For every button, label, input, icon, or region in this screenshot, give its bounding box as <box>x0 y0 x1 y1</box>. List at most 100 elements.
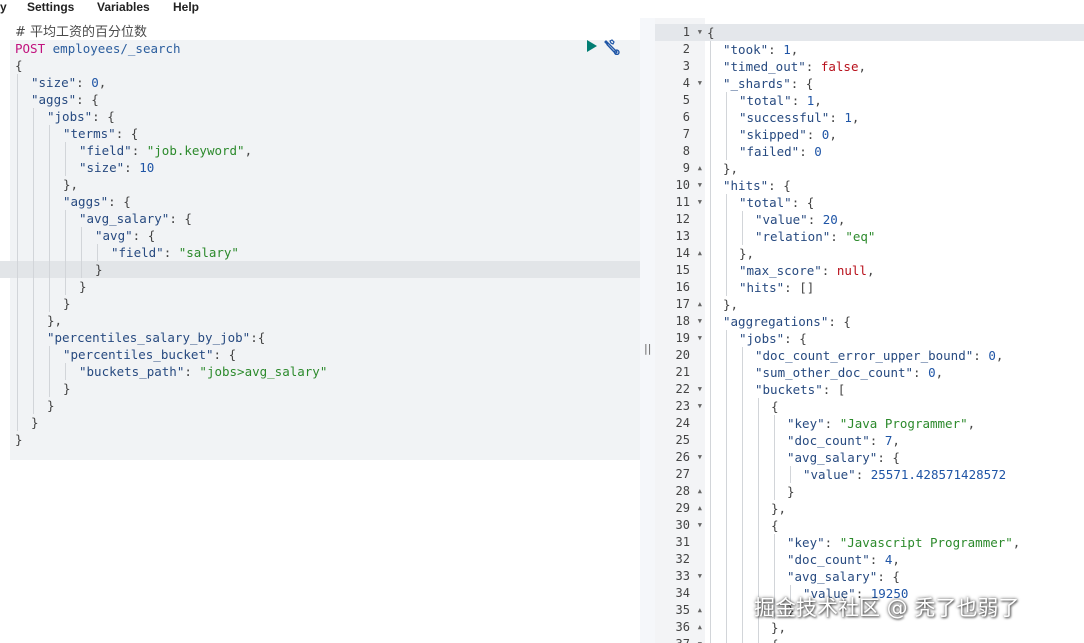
request-editor[interactable]: # 平均工资的百分位数 POST employees/_search {"siz… <box>0 18 640 643</box>
request-fold-gutter <box>0 18 10 643</box>
code-line: "jobs": { <box>15 108 327 125</box>
token: , <box>790 42 799 57</box>
menu-item-settings[interactable]: Settings <box>27 0 74 14</box>
token: : { <box>790 76 814 91</box>
fold-toggle-icon[interactable]: ▼ <box>698 636 702 643</box>
indent-guide <box>49 244 50 261</box>
fold-toggle-icon[interactable]: ▼ <box>698 381 702 398</box>
splitter-handle-icon[interactable]: || <box>644 342 651 355</box>
indent-guide <box>710 517 711 534</box>
indent-guide <box>710 381 711 398</box>
token: "size" <box>79 160 125 175</box>
indent-guide <box>49 295 50 312</box>
code-line: "percentiles_bucket": { <box>15 346 327 363</box>
indent-guide <box>742 211 743 228</box>
request-line: POST employees/_search <box>15 40 327 57</box>
code-line: "max_score": null, <box>707 262 1020 279</box>
token: , <box>829 127 837 142</box>
line-number: 22 ▼ <box>675 381 702 398</box>
indent-guide <box>742 415 743 432</box>
fold-toggle-icon[interactable]: ▼ <box>698 75 702 92</box>
request-code[interactable]: # 平均工资的百分位数 POST employees/_search {"siz… <box>15 23 327 448</box>
fold-toggle-icon[interactable]: ▼ <box>698 517 702 534</box>
indent-guide <box>790 466 791 483</box>
fold-toggle-icon[interactable]: ▼ <box>698 24 702 41</box>
fold-toggle-icon[interactable]: ▼ <box>698 313 702 330</box>
fold-toggle-icon[interactable]: ▲ <box>698 619 702 636</box>
fold-toggle-icon[interactable]: ▼ <box>698 194 702 211</box>
line-number: 7 <box>682 127 690 141</box>
indent-guide <box>726 126 727 143</box>
token: { <box>707 25 715 40</box>
fold-toggle-icon[interactable]: ▲ <box>698 245 702 262</box>
indent-guide <box>742 534 743 551</box>
indent-guide <box>742 602 743 619</box>
token: "hits" <box>723 178 769 193</box>
fold-toggle-icon[interactable]: ▲ <box>698 160 702 177</box>
token: : <box>799 144 815 159</box>
line-number: 31 <box>675 535 690 549</box>
menu-item-query[interactable]: y <box>0 0 7 14</box>
indent-guide <box>17 91 18 108</box>
token: } <box>63 296 71 311</box>
line-number: 27 <box>675 467 690 481</box>
indent-guide <box>726 211 727 228</box>
play-icon[interactable] <box>586 40 598 52</box>
indent-guide <box>710 432 711 449</box>
indent-guide <box>710 75 711 92</box>
menu-item-help[interactable]: Help <box>173 0 199 14</box>
indent-guide <box>81 227 82 244</box>
token: "field" <box>111 245 164 260</box>
code-line: "percentiles_salary_by_job":{ <box>15 329 327 346</box>
fold-toggle-icon[interactable]: ▼ <box>698 449 702 466</box>
token: , <box>892 433 900 448</box>
indent-guide <box>774 568 775 585</box>
pane-splitter[interactable] <box>640 18 655 643</box>
response-viewer[interactable]: 1 ▼ 2 3 4 ▼ 5 6 7 8 9 ▲ 10 ▼ 11 ▼ 12 13 14 ▲ 15 16 17 ▲ 18 ▼ 19 ▼ 20… <box>655 18 1084 643</box>
indent-guide <box>774 449 775 466</box>
indent-guide <box>742 483 743 500</box>
line-number: 36 ▲ <box>675 619 702 636</box>
line-number: 32 <box>675 552 690 566</box>
code-line: "aggs": { <box>15 193 327 210</box>
indent-guide <box>65 227 66 244</box>
token: : { <box>877 569 900 584</box>
fold-toggle-icon[interactable]: ▼ <box>698 568 702 585</box>
indent-guide <box>49 227 50 244</box>
menu-item-variables[interactable]: Variables <box>97 0 150 14</box>
token: , <box>858 59 867 74</box>
code-line: }, <box>707 245 1020 262</box>
indent-guide <box>710 585 711 602</box>
indent-guide <box>33 295 34 312</box>
token: , <box>935 365 944 380</box>
fold-toggle-icon[interactable]: ▲ <box>698 602 702 619</box>
wrench-icon[interactable] <box>603 39 621 55</box>
code-line: "avg_salary": { <box>15 210 327 227</box>
token: { <box>771 399 779 414</box>
indent-guide <box>17 176 18 193</box>
token: "hits" <box>739 280 785 295</box>
indent-guide <box>33 312 34 329</box>
token: : { <box>92 109 115 124</box>
token: , <box>892 552 900 567</box>
indent-guide <box>17 159 18 176</box>
token: : <box>855 467 871 482</box>
token: "avg_salary" <box>787 450 878 465</box>
code-line: } <box>15 278 327 295</box>
token: "successful" <box>739 110 830 125</box>
token: 20 <box>822 212 838 227</box>
indent-guide <box>17 227 18 244</box>
indent-guide <box>710 398 711 415</box>
token: "value" <box>755 212 808 227</box>
indent-guide <box>17 397 18 414</box>
indent-guide <box>17 295 18 312</box>
indent-guide <box>710 58 711 75</box>
fold-toggle-icon[interactable]: ▲ <box>698 296 702 313</box>
fold-toggle-icon[interactable]: ▼ <box>698 330 702 347</box>
fold-toggle-icon[interactable]: ▼ <box>698 398 702 415</box>
fold-toggle-icon[interactable]: ▲ <box>698 483 702 500</box>
fold-toggle-icon[interactable]: ▼ <box>698 177 702 194</box>
token: , <box>837 212 846 227</box>
token: : <box>829 110 845 125</box>
fold-toggle-icon[interactable]: ▲ <box>698 500 702 517</box>
